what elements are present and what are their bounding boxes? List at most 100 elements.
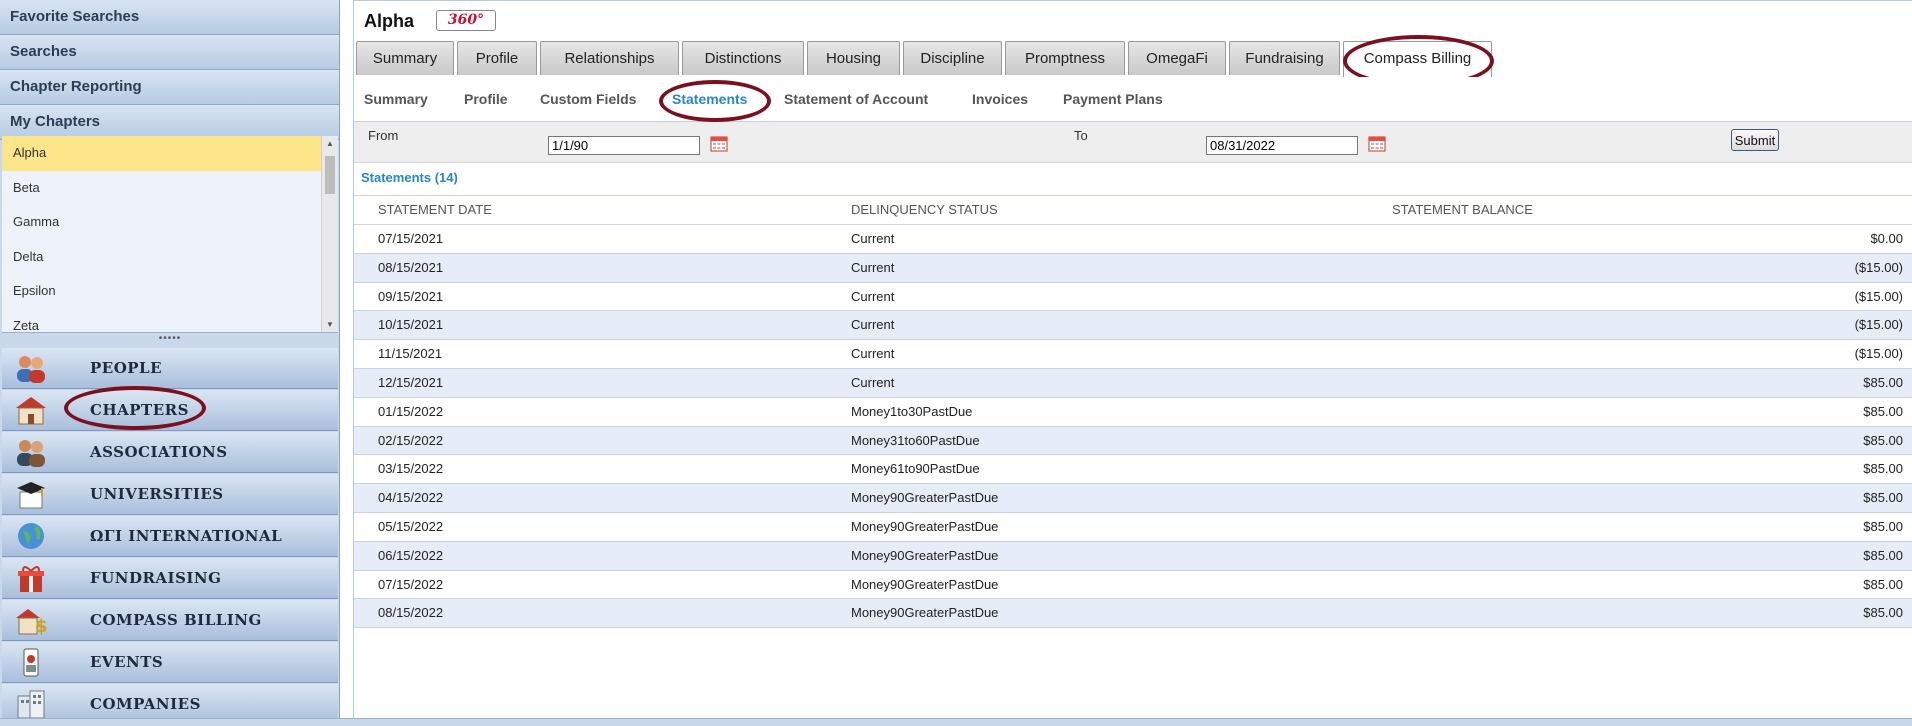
searches-header[interactable]: Searches <box>0 35 339 70</box>
main-nav: PEOPLE CHAPTERS ASSOCIATIONS UNIVERSITIE… <box>2 348 338 726</box>
chapter-item-epsilon[interactable]: Epsilon <box>2 274 338 309</box>
nav-chapters[interactable]: CHAPTERS <box>2 390 338 431</box>
statement-balance-cell: $85.00 <box>1863 374 1903 390</box>
chapter-item-beta[interactable]: Beta <box>2 171 338 206</box>
delinquency-status-cell: Money1to30PastDue <box>851 403 973 419</box>
table-row[interactable]: 07/15/2022 Money90GreaterPastDue $85.00 <box>354 571 1912 600</box>
subtab-invoices[interactable]: Invoices <box>972 77 1028 121</box>
calendar-icon[interactable] <box>710 134 728 152</box>
chapter-reporting-header[interactable]: Chapter Reporting <box>0 70 339 105</box>
table-row[interactable]: 07/15/2021 Current $0.00 <box>354 225 1912 254</box>
statement-date-cell: 01/15/2022 <box>378 403 444 419</box>
table-row[interactable]: 01/15/2022 Money1to30PastDue $85.00 <box>354 398 1912 427</box>
svg-text:$: $ <box>35 616 48 636</box>
table-row[interactable]: 10/15/2021 Current ($15.00) <box>354 311 1912 341</box>
nav-people[interactable]: PEOPLE <box>2 348 338 389</box>
delinquency-status-cell: Current <box>851 317 895 333</box>
from-label: From <box>368 128 399 143</box>
chapter-item-gamma[interactable]: Gamma <box>2 205 338 240</box>
calendar-icon[interactable] <box>1368 134 1386 152</box>
statement-date-cell: 02/15/2022 <box>378 432 444 448</box>
table-row[interactable]: 04/15/2022 Money90GreaterPastDue $85.00 <box>354 484 1912 513</box>
my-chapters-header[interactable]: My Chapters <box>0 105 339 140</box>
chapter-item-delta[interactable]: Delta <box>2 240 338 275</box>
left-sidebar: Favorite Searches Searches Chapter Repor… <box>0 0 340 725</box>
nav-associations[interactable]: ASSOCIATIONS <box>2 432 338 473</box>
tab-distinctions[interactable]: Distinctions <box>682 41 804 75</box>
statement-balance-cell: $85.00 <box>1863 605 1903 621</box>
favorite-searches-header[interactable]: Favorite Searches <box>0 0 339 35</box>
tab-relationships[interactable]: Relationships <box>540 41 679 75</box>
badge-icon <box>23 648 39 677</box>
subtab-statements[interactable]: Statements <box>672 77 747 121</box>
nav-fundraising[interactable]: FUNDRAISING <box>2 558 338 599</box>
table-row[interactable]: 08/15/2022 Money90GreaterPastDue $85.00 <box>354 599 1912 629</box>
globe-icon <box>18 523 44 549</box>
statements-heading[interactable]: Statements (14) <box>354 162 1912 196</box>
tab-omegafi[interactable]: OmegaFi <box>1128 41 1226 75</box>
subtab-payment-plans[interactable]: Payment Plans <box>1063 77 1163 121</box>
table-row[interactable]: 02/15/2022 Money31to60PastDue $85.00 <box>354 426 1912 456</box>
delinquency-status-cell: Money90GreaterPastDue <box>851 518 999 534</box>
to-date-input[interactable] <box>1206 136 1358 155</box>
tab-discipline[interactable]: Discipline <box>903 41 1002 75</box>
statement-balance-cell: $85.00 <box>1863 547 1903 563</box>
statement-balance-cell: $0.00 <box>1870 231 1903 246</box>
main-tabs: Summary Profile Relationships Distinctio… <box>354 39 1912 78</box>
delinquency-status-cell: Current <box>851 346 895 362</box>
subtab-summary[interactable]: Summary <box>364 77 428 121</box>
scroll-down-icon[interactable]: ▼ <box>326 320 334 329</box>
delinquency-status-cell: Money90GreaterPastDue <box>851 576 999 592</box>
statement-date-cell: 07/15/2021 <box>378 231 444 246</box>
table-row[interactable]: 09/15/2021 Current ($15.00) <box>354 283 1912 312</box>
chapter-item-zeta[interactable]: Zeta <box>2 309 338 333</box>
table-row[interactable]: 11/15/2021 Current ($15.00) <box>354 340 1912 369</box>
delinquency-status-cell: Money90GreaterPastDue <box>851 547 999 563</box>
date-filter-bar: From To Submit <box>354 122 1912 163</box>
nav-international[interactable]: ΩΓΙ INTERNATIONAL <box>2 516 338 557</box>
statement-balance-cell: ($15.00) <box>1854 259 1903 275</box>
column-header-date[interactable]: STATEMENT DATE <box>378 196 492 224</box>
column-header-status[interactable]: DELINQUENCY STATUS <box>851 196 998 224</box>
table-row[interactable]: 03/15/2022 Money61to90PastDue $85.00 <box>354 455 1912 485</box>
subtab-custom-fields[interactable]: Custom Fields <box>540 77 636 121</box>
nav-events[interactable]: EVENTS <box>2 642 338 683</box>
nav-universities[interactable]: UNIVERSITIES <box>2 474 338 515</box>
table-row[interactable]: 12/15/2021 Current $85.00 <box>354 368 1912 398</box>
to-label: To <box>1074 128 1088 143</box>
scrollbar-thumb[interactable] <box>325 156 335 194</box>
tab-compass-billing[interactable]: Compass Billing <box>1343 41 1492 77</box>
statement-balance-cell: $85.00 <box>1863 461 1903 477</box>
nav-label: ASSOCIATIONS <box>90 443 228 461</box>
table-row[interactable]: 05/15/2022 Money90GreaterPastDue $85.00 <box>354 513 1912 542</box>
chapter-item-alpha[interactable]: Alpha <box>2 136 338 171</box>
table-row[interactable]: 06/15/2022 Money90GreaterPastDue $85.00 <box>354 541 1912 571</box>
statement-date-cell: 09/15/2021 <box>378 288 444 304</box>
subtab-statement-of-account[interactable]: Statement of Account <box>784 77 928 121</box>
badge-360-button[interactable]: 360° <box>436 10 496 31</box>
tab-summary[interactable]: Summary <box>356 41 454 75</box>
tab-fundraising[interactable]: Fundraising <box>1229 41 1340 75</box>
scroll-up-icon[interactable]: ▲ <box>326 139 334 148</box>
panel-splitter[interactable]: ••••• <box>0 334 340 346</box>
associations-icon <box>17 440 45 467</box>
table-row[interactable]: 08/15/2021 Current ($15.00) <box>354 253 1912 283</box>
tab-housing[interactable]: Housing <box>807 41 900 75</box>
chapter-list: Alpha Beta Gamma Delta Epsilon Zeta ▲ ▼ <box>2 136 338 333</box>
subtab-profile[interactable]: Profile <box>464 77 508 121</box>
gift-icon <box>18 566 44 592</box>
tab-promptness[interactable]: Promptness <box>1005 41 1125 75</box>
submit-button[interactable]: Submit <box>1731 129 1779 151</box>
chapter-list-scrollbar[interactable]: ▲ ▼ <box>321 136 338 332</box>
from-date-input[interactable] <box>548 136 700 155</box>
nav-compass-billing[interactable]: $ COMPASS BILLING <box>2 600 338 641</box>
chapter-house-icon <box>16 397 46 425</box>
column-header-balance[interactable]: STATEMENT BALANCE <box>1392 196 1533 224</box>
delinquency-status-cell: Current <box>851 231 895 246</box>
delinquency-status-cell: Current <box>851 288 895 304</box>
statement-date-cell: 08/15/2021 <box>378 259 444 275</box>
table-header: STATEMENT DATE DELINQUENCY STATUS STATEM… <box>354 196 1912 225</box>
sub-tabs: Summary Profile Custom Fields Statements… <box>354 77 1912 122</box>
tab-profile[interactable]: Profile <box>457 41 537 75</box>
statement-date-cell: 05/15/2022 <box>378 518 444 534</box>
